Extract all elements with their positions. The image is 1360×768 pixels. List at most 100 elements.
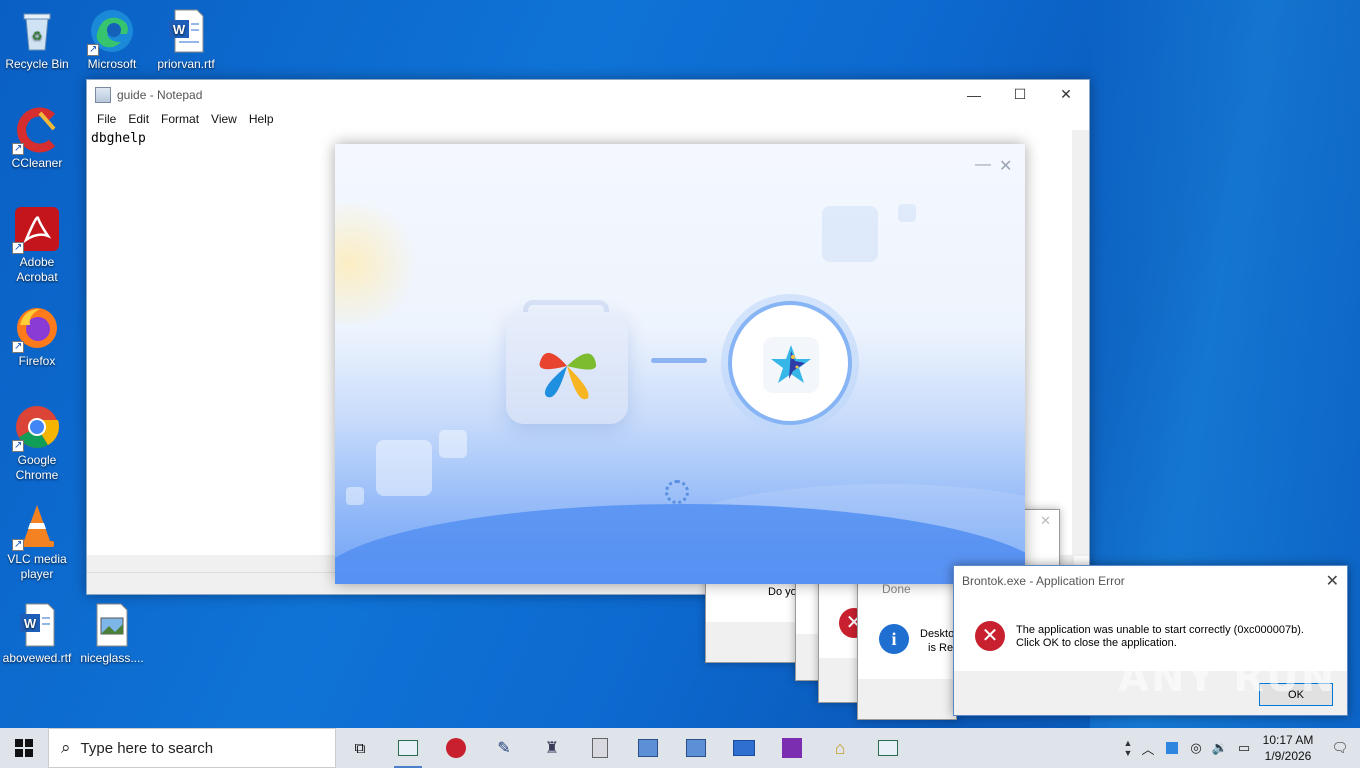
taskbar-search-box[interactable]: ⌕ Type here to search	[48, 728, 336, 768]
menu-format[interactable]: Format	[155, 109, 205, 129]
chevron-up-icon[interactable]: ︿	[1136, 728, 1160, 768]
close-button[interactable]: ✕	[1043, 80, 1089, 109]
taskbar-app-installer-1[interactable]	[624, 728, 672, 768]
tool-icon: ✎	[497, 740, 511, 757]
clock-time: 10:17 AM	[1262, 733, 1314, 747]
notepad-icon	[95, 86, 111, 103]
menu-file[interactable]: File	[91, 109, 122, 129]
decorative-square	[898, 204, 916, 222]
error-message-line-2: Click OK to close the application.	[1016, 637, 1177, 649]
taskbar-app-angry-birds[interactable]	[432, 728, 480, 768]
error-message-line-1: The application was unable to start corr…	[1016, 624, 1304, 636]
word-document-icon: W	[163, 8, 209, 54]
error-message: The application was unable to start corr…	[1016, 624, 1304, 650]
dialog-close-button[interactable]: ✕	[1326, 571, 1339, 591]
svg-text:W: W	[24, 616, 37, 631]
house-icon: ⌂	[834, 737, 846, 758]
decorative-square	[346, 487, 364, 505]
taskbar-app-window[interactable]	[720, 728, 768, 768]
taskbar-app-notepad[interactable]	[384, 728, 432, 768]
menu-edit[interactable]: Edit	[122, 109, 155, 129]
menu-view[interactable]: View	[205, 109, 243, 129]
bowling-pins-icon: ♜	[544, 740, 560, 757]
taskbar-app-notepad-2[interactable]	[864, 728, 912, 768]
desktop-icon-vlc[interactable]: VLC media player	[0, 503, 74, 582]
notepad-title-bar[interactable]: guide - Notepad	[87, 80, 1089, 109]
menu-help[interactable]: Help	[243, 109, 280, 129]
decorative-square	[822, 206, 878, 262]
app-store-bag-icon	[506, 312, 628, 424]
notifications-icon[interactable]: 🗨	[1320, 728, 1360, 768]
taskbar-scroll-icon[interactable]: ▲ ▼	[1120, 728, 1136, 768]
desktop-icon-firefox[interactable]: Firefox	[0, 305, 74, 369]
maximize-button[interactable]: ☐	[997, 80, 1043, 109]
dialog-title-bar[interactable]: Brontok.exe - Application Error	[954, 566, 1347, 596]
desktop-icon-google-chrome[interactable]: Google Chrome	[0, 404, 74, 483]
desktop-icon-edge[interactable]: Microsoft Edge	[75, 8, 149, 74]
red-bird-icon	[446, 738, 466, 758]
task-view-icon: ⧉	[354, 739, 366, 757]
desktop-icon-label: Adobe Acrobat	[16, 255, 58, 284]
star-app-icon	[763, 337, 819, 393]
start-button[interactable]	[0, 728, 48, 768]
taskbar-clock[interactable]: 10:17 AM 1/9/2026	[1256, 732, 1320, 764]
svg-text:♻: ♻	[32, 29, 43, 43]
vertical-scrollbar[interactable]	[1072, 130, 1089, 556]
volume-icon[interactable]: 🔉	[1208, 728, 1232, 768]
installer-minimize-button[interactable]: —	[975, 156, 991, 174]
desktop-icon-label: niceglass....	[80, 651, 144, 665]
installer-close-button[interactable]: ✕	[999, 156, 1012, 176]
search-icon: ⌕	[61, 738, 71, 757]
info-icon: i	[879, 624, 909, 654]
connection-line	[651, 358, 707, 363]
desktop-icon-label: Recycle Bin	[5, 57, 69, 71]
done-dialog[interactable]: Done i Deskto is Re	[857, 575, 957, 720]
svg-text:W: W	[173, 22, 186, 37]
desktop-icon-ccleaner[interactable]: CCleaner	[0, 107, 74, 171]
purple-app-icon	[782, 738, 802, 758]
taskbar: ⌕ Type here to search ⧉ ✎ ♜ ⌂ ▲ ▼ ︿ ◎ 🔉 ▭…	[0, 728, 1360, 768]
minimize-button[interactable]: —	[951, 80, 997, 109]
tray-app-icon[interactable]	[1160, 728, 1184, 768]
taskbar-app-home[interactable]: ⌂	[816, 728, 864, 768]
window-icon	[733, 740, 755, 756]
anyrun-watermark: ANY RUN	[1118, 655, 1337, 701]
installer-window[interactable]: — ✕	[335, 144, 1025, 584]
desktop-icon-label: Firefox	[18, 354, 56, 368]
desktop-icon-adobe-acrobat[interactable]: Adobe Acrobat	[0, 206, 74, 285]
close-icon[interactable]: ✕	[1040, 513, 1051, 529]
taskbar-app-bowling[interactable]: ♜	[528, 728, 576, 768]
menu-bar: File Edit Format View Help	[87, 109, 1089, 129]
loading-spinner	[665, 480, 689, 504]
done-dialog-title: Done	[882, 582, 911, 596]
chrome-icon	[12, 404, 60, 453]
vlc-icon	[12, 503, 60, 552]
taskbar-app-archive[interactable]	[576, 728, 624, 768]
desktop-icon-label: CCleaner	[11, 156, 63, 170]
taskbar-app-purple[interactable]	[768, 728, 816, 768]
background-dialog-behind-installer[interactable]: ✕	[1020, 509, 1060, 569]
network-icon[interactable]: ▭	[1232, 728, 1256, 768]
done-dialog-text-1: Deskto	[920, 628, 955, 640]
edge-icon	[87, 8, 135, 57]
decorative-square	[439, 430, 467, 458]
clock-date: 1/9/2026	[1264, 749, 1312, 763]
desktop-icon-label: Microsoft Edge	[87, 57, 137, 74]
desktop-icon-abovewed-rtf[interactable]: W abovewed.rtf	[0, 602, 74, 666]
done-dialog-text-2: is Re	[928, 642, 954, 654]
decorative-square	[376, 440, 432, 496]
installer-icon	[686, 739, 706, 757]
ccleaner-icon	[12, 107, 60, 156]
taskbar-app-installer-2[interactable]	[672, 728, 720, 768]
installer-icon	[638, 739, 658, 757]
notepad-icon	[878, 740, 898, 756]
archive-icon	[592, 738, 608, 758]
desktop-icon-label: Google Chrome	[15, 453, 59, 482]
taskbar-app-tool[interactable]: ✎	[480, 728, 528, 768]
desktop-icon-priorvan-rtf[interactable]: W priorvan.rtf	[149, 8, 223, 72]
task-view-button[interactable]: ⧉	[336, 728, 384, 768]
meet-now-icon[interactable]: ◎	[1184, 728, 1208, 768]
desktop-icon-niceglass[interactable]: niceglass....	[75, 602, 149, 666]
desktop-icon-recycle-bin[interactable]: ♻ Recycle Bin	[0, 8, 74, 72]
desktop-icon-label: priorvan.rtf	[157, 57, 215, 71]
